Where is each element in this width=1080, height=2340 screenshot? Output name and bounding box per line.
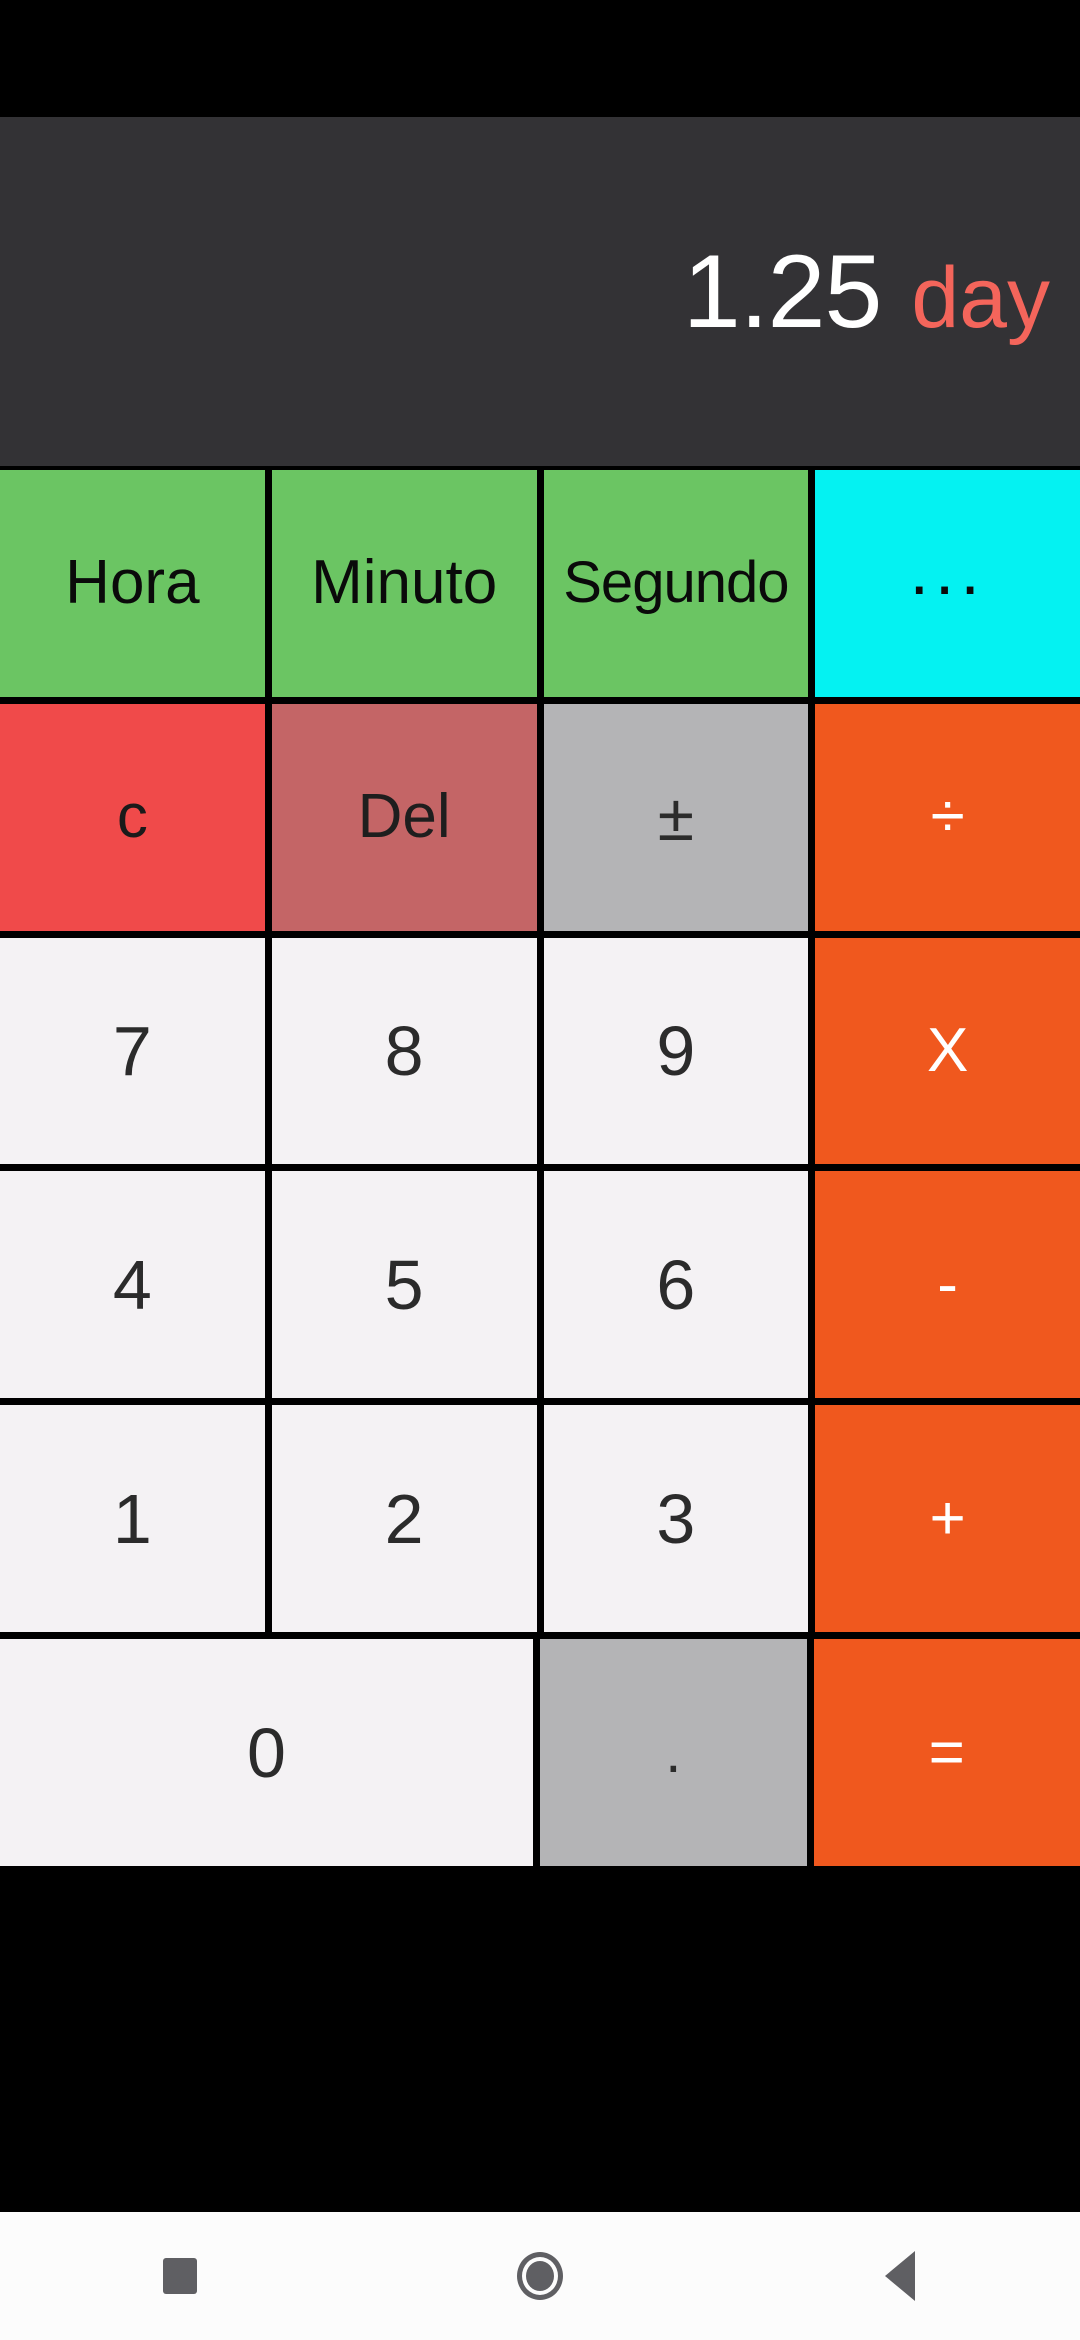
square-icon xyxy=(163,2258,197,2294)
unit-row: Hora Minuto Segundo ... xyxy=(0,470,1080,697)
digit-2-button[interactable]: 2 xyxy=(271,1405,537,1633)
digit-6-button[interactable]: 6 xyxy=(543,1171,809,1399)
function-row: c Del ± ÷ xyxy=(0,703,1080,931)
subtract-button[interactable]: - xyxy=(815,1171,1080,1399)
delete-button[interactable]: Del xyxy=(271,703,537,931)
digit-7-button[interactable]: 7 xyxy=(0,937,265,1165)
recents-button[interactable] xyxy=(105,2212,255,2340)
calculator-app: 1.25 day Hora Minuto Segundo ... c Del ±… xyxy=(0,0,1080,2340)
digit-row-789: 7 8 9 X xyxy=(0,937,1080,1165)
decimal-point-button[interactable]: . xyxy=(540,1639,807,1866)
divide-button[interactable]: ÷ xyxy=(815,703,1080,931)
triangle-back-icon xyxy=(885,2251,915,2301)
status-bar xyxy=(0,0,1080,117)
home-button[interactable] xyxy=(465,2212,615,2340)
digit-9-button[interactable]: 9 xyxy=(543,937,809,1165)
digit-row-bottom: 0 . = xyxy=(0,1639,1080,1866)
unit-segundo-button[interactable]: Segundo xyxy=(543,470,809,697)
digit-row-456: 4 5 6 - xyxy=(0,1171,1080,1399)
calculator-display: 1.25 day xyxy=(0,117,1080,466)
circle-icon xyxy=(517,2252,563,2300)
clear-button[interactable]: c xyxy=(0,703,265,931)
back-button[interactable] xyxy=(825,2212,975,2340)
bottom-filler xyxy=(0,1866,1080,2212)
keypad: Hora Minuto Segundo ... c Del ± ÷ 7 8 9 … xyxy=(0,466,1080,1866)
display-content: 1.25 day xyxy=(683,240,1050,344)
digit-5-button[interactable]: 5 xyxy=(271,1171,537,1399)
digit-3-button[interactable]: 3 xyxy=(543,1405,809,1633)
digit-row-123: 1 2 3 + xyxy=(0,1405,1080,1633)
digit-4-button[interactable]: 4 xyxy=(0,1171,265,1399)
multiply-button[interactable]: X xyxy=(815,937,1080,1165)
add-button[interactable]: + xyxy=(815,1405,1080,1633)
display-unit: day xyxy=(911,249,1050,346)
equals-button[interactable]: = xyxy=(813,1639,1080,1866)
android-navigation-bar xyxy=(0,2212,1080,2340)
more-units-button[interactable]: ... xyxy=(815,470,1080,697)
digit-8-button[interactable]: 8 xyxy=(271,937,537,1165)
digit-0-button[interactable]: 0 xyxy=(0,1639,533,1866)
unit-hora-button[interactable]: Hora xyxy=(0,470,265,697)
plus-minus-button[interactable]: ± xyxy=(543,703,809,931)
display-value: 1.25 xyxy=(682,233,882,350)
digit-1-button[interactable]: 1 xyxy=(0,1405,265,1633)
unit-minuto-button[interactable]: Minuto xyxy=(271,470,537,697)
